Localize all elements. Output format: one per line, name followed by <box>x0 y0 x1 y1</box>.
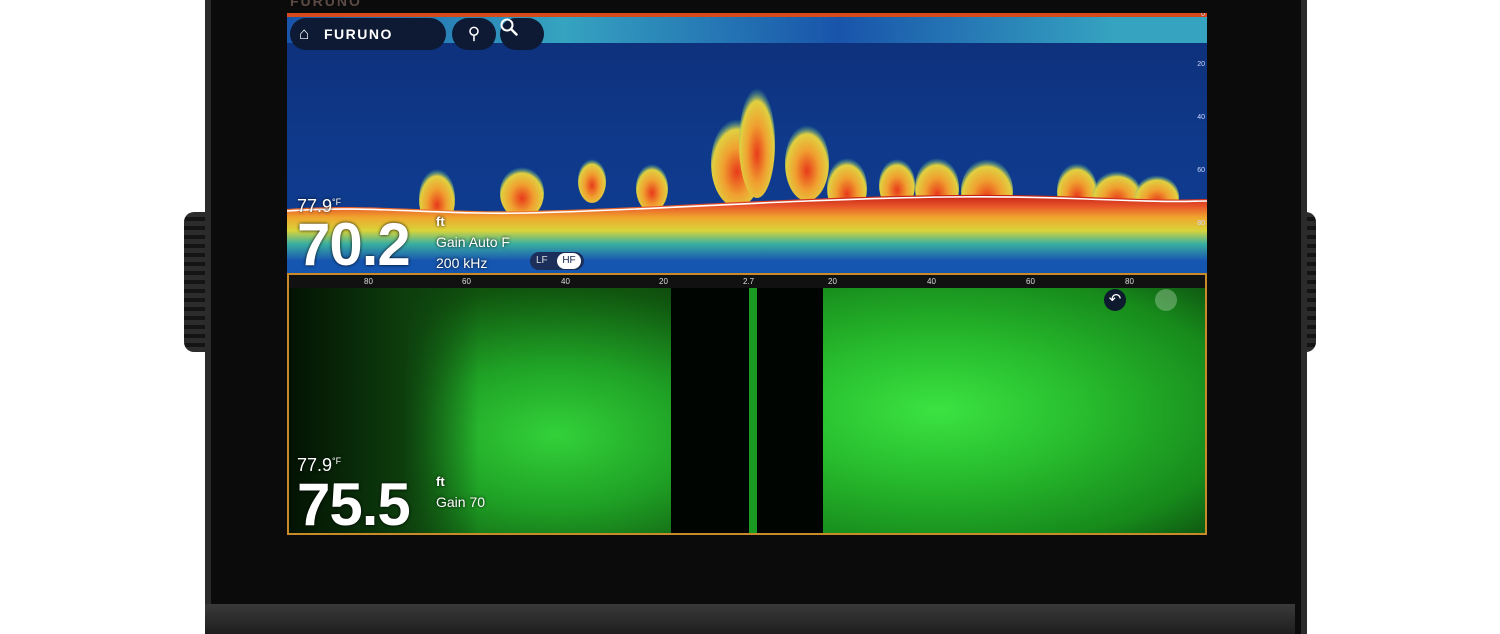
echo-graphic <box>287 88 1207 273</box>
fish-arch <box>785 125 829 201</box>
location-button[interactable]: ⚲ <box>452 18 496 50</box>
ruler-label: 40 <box>561 277 570 286</box>
side-depth-unit: ft <box>436 474 445 489</box>
side-gain: Gain 70 <box>436 494 486 510</box>
ruler-label: 80 <box>1125 277 1134 286</box>
home-button[interactable]: ⌂ FURUNO <box>290 18 446 50</box>
location-pin-icon: ⚲ <box>467 24 481 43</box>
hf-option[interactable]: HF <box>557 253 581 269</box>
fish-arch <box>578 159 606 203</box>
faded-button[interactable] <box>1155 289 1177 311</box>
ruler-label: 60 <box>1026 277 1035 286</box>
range-ruler: 80 60 40 20 2.7 20 40 60 80 <box>289 275 1205 288</box>
side-depth-value: 75.5 <box>297 471 411 535</box>
search-button[interactable] <box>500 18 544 50</box>
ruler-label: 60 <box>462 277 471 286</box>
fish-arch <box>739 88 775 198</box>
screen: 0 20 40 60 80 ⌂ FURUNO ⚲ 77.9°F 70.2 ft <box>287 13 1207 535</box>
ruler-label: 20 <box>659 277 668 286</box>
echo-gain: Gain Auto F <box>436 234 510 250</box>
home-label: FURUNO <box>324 26 393 42</box>
nadir-line <box>749 288 757 533</box>
echo-temp-unit: °F <box>332 197 342 207</box>
depth-scale-40: 40 <box>1197 114 1205 121</box>
side-scan-pane[interactable]: 80 60 40 20 2.7 20 40 60 80 ↶ 77.9°F 75.… <box>287 273 1207 535</box>
echo-depth-value: 70.2 <box>297 211 411 274</box>
echo-frequency: 200 kHz <box>436 255 488 271</box>
depth-scale-60: 60 <box>1197 167 1205 174</box>
side-scan-starboard <box>823 288 1205 533</box>
bezel-bottom <box>205 604 1295 634</box>
depth-scale-0: 0 <box>1201 13 1205 18</box>
depth-scale-80: 80 <box>1197 220 1205 227</box>
bezel-brand-logo: FURUNO <box>290 0 362 9</box>
water-column-port <box>671 288 749 533</box>
rotate-icon: ↶ <box>1108 291 1122 308</box>
depth-scale-20: 20 <box>1197 61 1205 68</box>
echo-depth-unit: ft <box>436 214 445 229</box>
rotate-button[interactable]: ↶ <box>1104 289 1126 311</box>
side-temp-unit: °F <box>332 456 342 466</box>
ruler-label: 2.7 <box>743 277 755 286</box>
echo-sounder-pane[interactable]: 0 20 40 60 80 ⌂ FURUNO ⚲ 77.9°F 70.2 ft <box>287 13 1207 273</box>
ruler-label: 20 <box>828 277 837 286</box>
lf-option[interactable]: LF <box>536 255 548 266</box>
fish-arch <box>636 164 668 212</box>
frequency-toggle[interactable]: LF HF <box>530 252 584 270</box>
ruler-label: 80 <box>364 277 373 286</box>
home-icon: ⌂ <box>299 24 310 43</box>
search-icon <box>500 18 518 36</box>
ruler-label: 40 <box>927 277 936 286</box>
water-column-starboard <box>757 288 823 533</box>
